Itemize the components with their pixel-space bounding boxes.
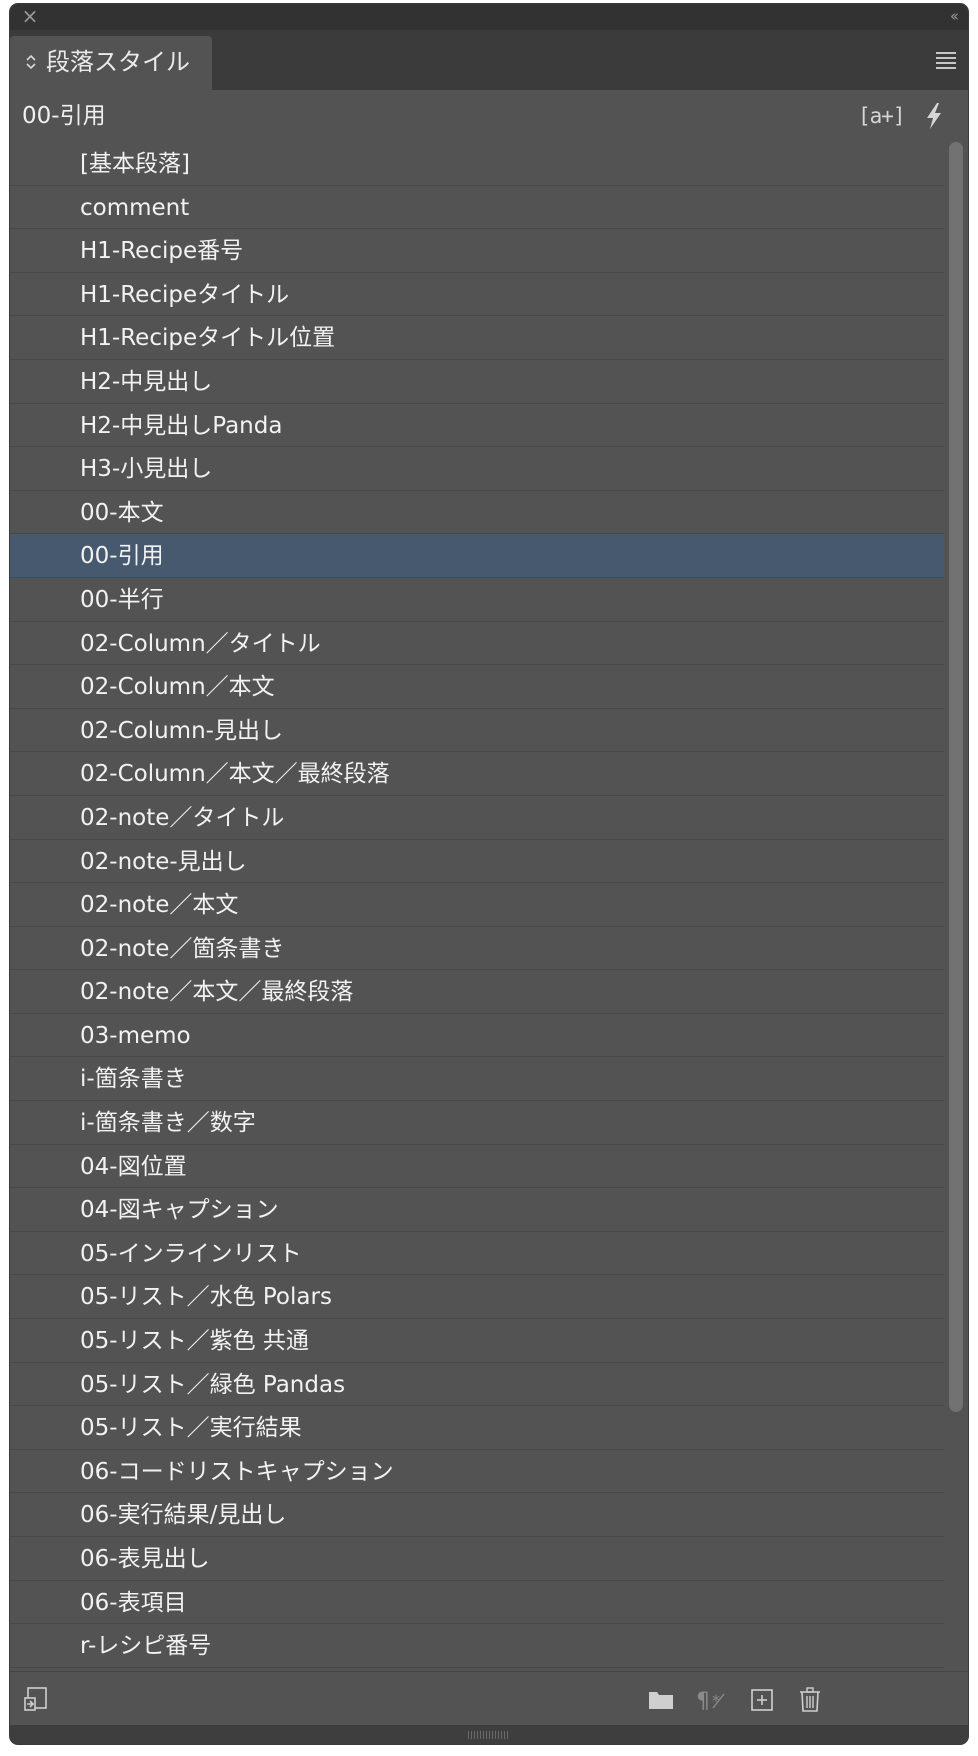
paragraph-styles-panel: × ‹‹ 段落スタイル 00-引用 [a+] [基本段落] comment H1-R… xyxy=(10,4,968,1744)
style-label: 05-インラインリスト xyxy=(80,1240,302,1267)
new-style-icon[interactable] xyxy=(750,1686,774,1714)
style-label: 06-表項目 xyxy=(80,1589,187,1616)
style-label: 02-Column／タイトル xyxy=(80,630,321,657)
panel-titlebar: × ‹‹ xyxy=(10,4,968,30)
panel-menu-icon[interactable] xyxy=(936,52,956,69)
panel-tabbar: 段落スタイル xyxy=(10,30,968,90)
style-label: 02-Column／本文 xyxy=(80,674,275,701)
style-list-item[interactable]: 02-note／本文 xyxy=(10,883,944,927)
style-label: H1-Recipeタイトル位置 xyxy=(80,325,336,352)
scrollbar[interactable] xyxy=(944,142,968,1671)
style-list: [基本段落] comment H1-Recipe番号 H1-Recipeタイトル H1-… xyxy=(10,142,944,1671)
style-list-item[interactable]: 06-実行結果/見出し xyxy=(10,1493,944,1537)
style-list-item[interactable]: 02-note／タイトル xyxy=(10,796,944,840)
style-label: [基本段落] xyxy=(80,151,190,177)
style-list-item[interactable]: 05-リスト／水色 Polars xyxy=(10,1275,944,1320)
quick-apply-icon[interactable] xyxy=(922,100,946,132)
style-list-item[interactable]: 04-図キャプション xyxy=(10,1188,944,1232)
style-label: 05-リスト／紫色 共通 xyxy=(80,1328,309,1355)
style-list-item[interactable]: 02-note／箇条書き xyxy=(10,927,944,971)
style-label: H1-Recipeタイトル xyxy=(80,281,290,308)
delete-icon[interactable] xyxy=(798,1686,822,1714)
style-list-item[interactable]: 02-Column／本文 xyxy=(10,665,944,709)
current-style-name: 00-引用 xyxy=(22,103,106,129)
style-label: 02-Column／本文／最終段落 xyxy=(80,761,390,788)
style-list-item[interactable]: i-箇条書き xyxy=(10,1057,944,1102)
style-list-item[interactable]: H1-Recipeタイトル位置 xyxy=(10,316,944,360)
close-icon[interactable]: × xyxy=(20,6,40,26)
style-list-item[interactable]: i-箇条書き／数字 xyxy=(10,1101,944,1145)
style-label: 04-図位置 xyxy=(80,1153,187,1180)
style-label: 00-本文 xyxy=(80,499,164,526)
collapse-icon[interactable]: ‹‹ xyxy=(950,6,959,26)
style-label: 02-note／本文／最終段落 xyxy=(80,979,354,1006)
style-list-item[interactable]: H2-中見出しPanda xyxy=(10,404,944,448)
style-label: r-レシピ番号 xyxy=(80,1633,212,1660)
new-group-icon[interactable] xyxy=(648,1686,674,1714)
style-list-item[interactable]: 05-リスト／紫色 共通 xyxy=(10,1319,944,1363)
style-list-item[interactable]: 04-図位置 xyxy=(10,1145,944,1189)
style-label: i-箇条書き／数字 xyxy=(80,1110,256,1137)
style-label: H2-中見出し xyxy=(80,368,213,395)
tab-paragraph-styles[interactable]: 段落スタイル xyxy=(10,36,212,90)
style-list-item[interactable]: [基本段落] xyxy=(10,142,944,186)
style-list-item[interactable]: 02-Column／本文／最終段落 xyxy=(10,752,944,796)
style-label: 04-図キャプション xyxy=(80,1197,279,1224)
style-list-item[interactable]: H3-小見出し xyxy=(10,447,944,491)
style-label: 05-リスト／緑色 Pandas xyxy=(80,1371,346,1398)
clear-overrides-icon[interactable]: ¶ * xyxy=(696,1686,728,1714)
current-style-bar: 00-引用 [a+] xyxy=(10,90,968,143)
tab-label: 段落スタイル xyxy=(46,48,190,76)
style-list-item[interactable]: 06-表項目 xyxy=(10,1581,944,1625)
style-label: 06-実行結果/見出し xyxy=(80,1502,287,1529)
style-label: 06-表見出し xyxy=(80,1546,210,1572)
style-label: 02-note-見出し xyxy=(80,848,247,875)
scrollbar-thumb[interactable] xyxy=(949,142,963,1412)
svg-text:¶: ¶ xyxy=(696,1689,710,1714)
style-label: 03-memo xyxy=(80,1022,191,1049)
style-label: 02-note／タイトル xyxy=(80,804,285,831)
style-list-item[interactable]: 02-Column-見出し xyxy=(10,709,944,753)
style-list-item[interactable]: 00-半行 xyxy=(10,578,944,622)
style-list-item[interactable]: 05-インラインリスト xyxy=(10,1232,944,1276)
new-style-override-icon[interactable]: [a+] xyxy=(858,101,906,131)
style-label: 00-引用 xyxy=(80,543,164,570)
style-list-item[interactable]: 05-リスト／緑色 Pandas xyxy=(10,1363,944,1407)
style-label: 05-リスト／実行結果 xyxy=(80,1415,302,1442)
style-list-item[interactable]: 06-コードリストキャプション xyxy=(10,1450,944,1494)
style-label: H3-小見出し xyxy=(80,456,213,483)
style-label: H2-中見出しPanda xyxy=(80,412,283,439)
style-list-item[interactable]: comment xyxy=(10,186,944,230)
style-label: 02-Column-見出し xyxy=(80,717,283,744)
style-list-item[interactable]: r-レシピ番号 xyxy=(10,1624,944,1668)
style-label: 02-note／本文 xyxy=(80,892,239,919)
style-list-item[interactable]: H1-Recipeタイトル xyxy=(10,273,944,317)
style-list-item[interactable]: 03-memo xyxy=(10,1014,944,1058)
style-label: 05-リスト／水色 Polars xyxy=(80,1284,332,1311)
style-list-item[interactable]: 00-引用 xyxy=(10,534,944,578)
style-label: 00-半行 xyxy=(80,586,164,613)
style-label: H1-Recipe番号 xyxy=(80,238,244,265)
style-label: 06-コードリストキャプション xyxy=(80,1458,394,1485)
panel-footer: ¶ * xyxy=(10,1671,968,1726)
style-label: comment xyxy=(80,194,190,221)
style-list-item[interactable]: 06-表見出し xyxy=(10,1537,944,1581)
style-list-item[interactable]: 02-Column／タイトル xyxy=(10,622,944,666)
style-list-item[interactable]: 00-本文 xyxy=(10,491,944,535)
style-list-item[interactable]: 02-note-見出し xyxy=(10,840,944,884)
load-styles-icon[interactable] xyxy=(24,1686,50,1714)
resize-grip[interactable] xyxy=(10,1725,968,1744)
style-list-item[interactable]: 02-note／本文／最終段落 xyxy=(10,970,944,1014)
style-list-item[interactable]: H2-中見出し xyxy=(10,360,944,404)
style-list-item[interactable]: H1-Recipe番号 xyxy=(10,229,944,273)
updown-arrows-icon xyxy=(24,51,38,73)
style-label: 02-note／箇条書き xyxy=(80,935,285,962)
style-list-item[interactable]: 05-リスト／実行結果 xyxy=(10,1406,944,1450)
style-label: i-箇条書き xyxy=(80,1066,187,1093)
grip-lines-icon xyxy=(468,1731,510,1739)
